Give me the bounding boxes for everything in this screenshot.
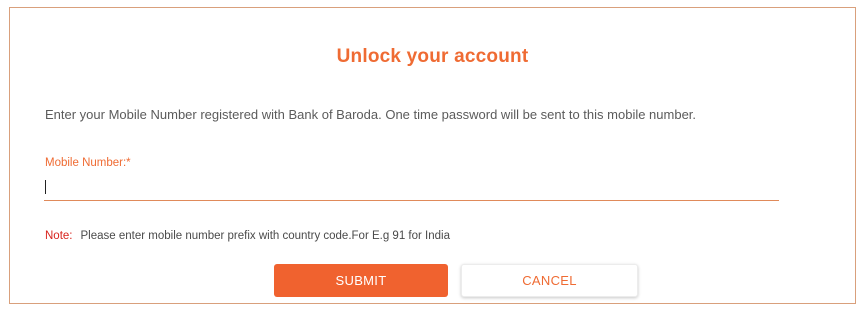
mobile-number-label: Mobile Number:* <box>45 157 131 169</box>
required-marker: * <box>126 157 131 169</box>
mobile-number-label-text: Mobile Number: <box>45 157 127 169</box>
text-cursor <box>45 180 46 194</box>
page-title: Unlock your account <box>336 46 529 67</box>
note-text: Please enter mobile number prefix with c… <box>80 230 450 242</box>
submit-button[interactable]: SUBMIT <box>274 264 448 297</box>
note-label: Note: <box>45 230 73 242</box>
cancel-button[interactable]: CANCEL <box>461 264 638 297</box>
mobile-number-input[interactable] <box>44 176 779 201</box>
note: Note: Please enter mobile number prefix w… <box>45 230 450 242</box>
instructions-text: Enter your Mobile Number registered with… <box>45 107 697 122</box>
unlock-account-panel: Unlock your account Enter your Mobile Nu… <box>9 7 856 304</box>
